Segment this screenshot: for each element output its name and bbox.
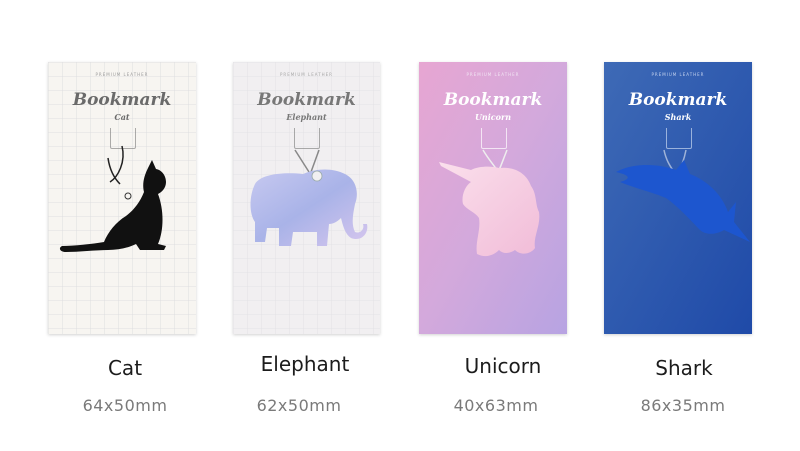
card-brand: Bookmark [257,90,356,110]
unicorn-bookmark-shape [439,149,540,257]
product-size: 64x50mm [82,396,168,415]
product-cat[interactable]: PREMIUM LEATHER Bookmark Cat Cat 64x50mm [48,0,248,451]
bookmark-card-unicorn: PREMIUM LEATHER Bookmark Unicorn [419,62,567,334]
card-brand: Bookmark [443,90,543,110]
product-size: 86x35mm [640,396,726,415]
product-elephant[interactable]: PREMIUM LEATHER Bookmark Elephant Elepha… [233,0,433,451]
product-name: Elephant [260,352,350,376]
product-name: Cat [107,356,143,380]
shark-bookmark-shape [616,149,750,242]
product-size: 62x50mm [256,396,342,415]
card-top-label: PREMIUM LEATHER [466,72,520,77]
bookmark-card-cat: PREMIUM LEATHER Bookmark Cat [48,62,196,334]
card-top-label: PREMIUM LEATHER [280,72,333,77]
product-size: 40x63mm [453,396,539,415]
product-name: Shark [655,356,713,380]
card-brand: Bookmark [72,90,172,110]
elephant-bookmark-shape [250,149,368,246]
bookmark-card-shark: PREMIUM LEATHER Bookmark Shark [604,62,752,334]
card-subtitle: Elephant [286,112,327,122]
product-shark[interactable]: PREMIUM LEATHER Bookmark Shark Shark 86x… [604,0,800,451]
bookmark-card-elephant: PREMIUM LEATHER Bookmark Elephant [233,62,380,334]
product-name: Unicorn [464,354,542,378]
card-subtitle: Shark [664,112,692,122]
card-top-label: PREMIUM LEATHER [651,72,705,77]
cat-bookmark-shape [59,145,167,252]
card-top-label: PREMIUM LEATHER [95,72,149,77]
card-brand: Bookmark [628,90,728,110]
card-subtitle: Unicorn [474,112,512,122]
card-subtitle: Cat [114,112,130,122]
product-unicorn[interactable]: PREMIUM LEATHER Bookmark Unicorn Unicorn… [419,0,619,451]
